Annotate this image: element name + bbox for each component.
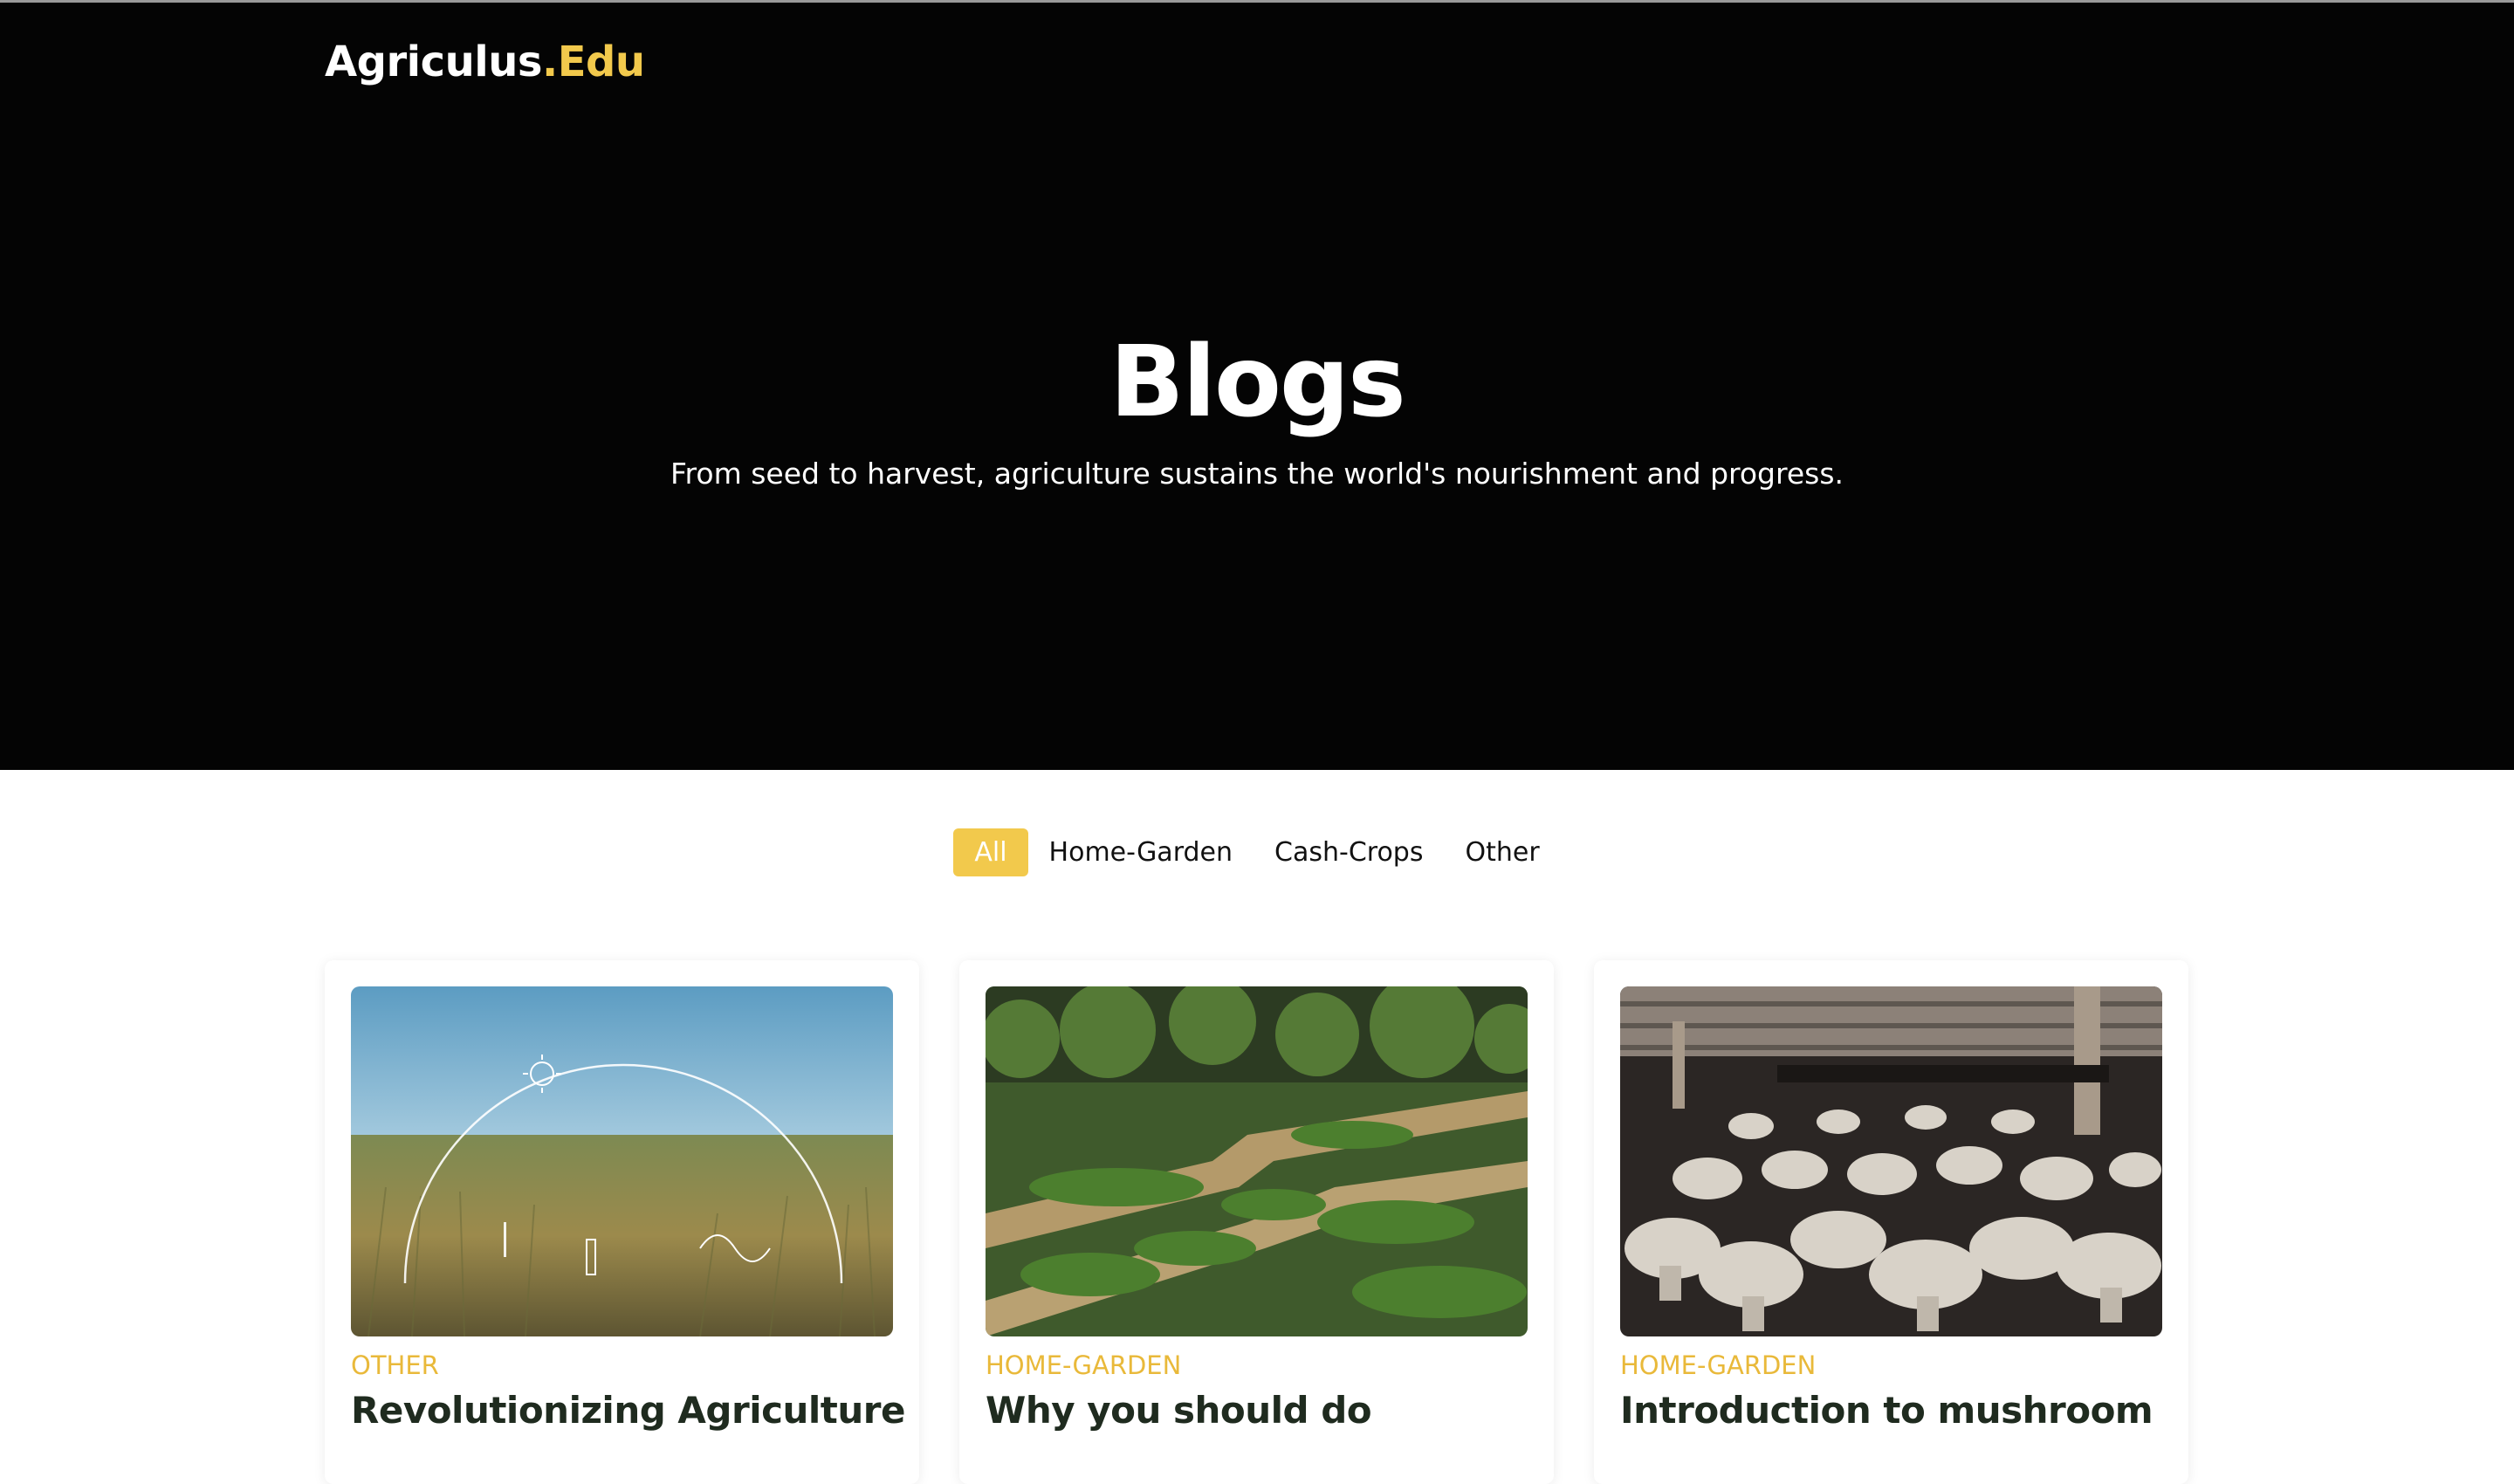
post-title[interactable]: Introduction to mushroom <box>1620 1389 2162 1432</box>
page-title: Blogs <box>1109 326 1406 439</box>
filter-home-garden[interactable]: Home-Garden <box>1028 828 1254 876</box>
post-category[interactable]: HOME-GARDEN <box>986 1350 1528 1380</box>
garden-beds-image <box>986 986 1528 1336</box>
hero-banner: Agriculus.Edu Blogs From seed to harvest… <box>0 3 2514 770</box>
category-filter-bar: All Home-Garden Cash-Crops Other <box>0 826 2514 878</box>
post-category[interactable]: OTHER <box>351 1350 893 1380</box>
logo-accent-text: .Edu <box>541 38 645 86</box>
page-subtitle: From seed to harvest, agriculture sustai… <box>670 457 1844 491</box>
filter-other[interactable]: Other <box>1444 828 1560 876</box>
filter-all[interactable]: All <box>953 828 1028 876</box>
filter-cash-crops[interactable]: Cash-Crops <box>1254 828 1444 876</box>
blog-card[interactable]: OTHER Revolutionizing Agriculture <box>325 960 919 1484</box>
mushroom-farm-image <box>1620 986 2162 1336</box>
site-logo[interactable]: Agriculus.Edu <box>325 38 645 86</box>
logo-main-text: Agriculus <box>325 38 542 86</box>
blog-card[interactable]: HOME-GARDEN Introduction to mushroom <box>1594 960 2188 1484</box>
post-title[interactable]: Revolutionizing Agriculture <box>351 1389 905 1432</box>
post-title[interactable]: Why you should do <box>986 1389 1528 1432</box>
blog-card[interactable]: HOME-GARDEN Why you should do <box>959 960 1554 1484</box>
post-category[interactable]: HOME-GARDEN <box>1620 1350 2162 1380</box>
blog-card-list: OTHER Revolutionizing Agriculture HOME-G… <box>325 960 2189 1484</box>
smart-farm-wheat-field-image <box>351 986 893 1336</box>
